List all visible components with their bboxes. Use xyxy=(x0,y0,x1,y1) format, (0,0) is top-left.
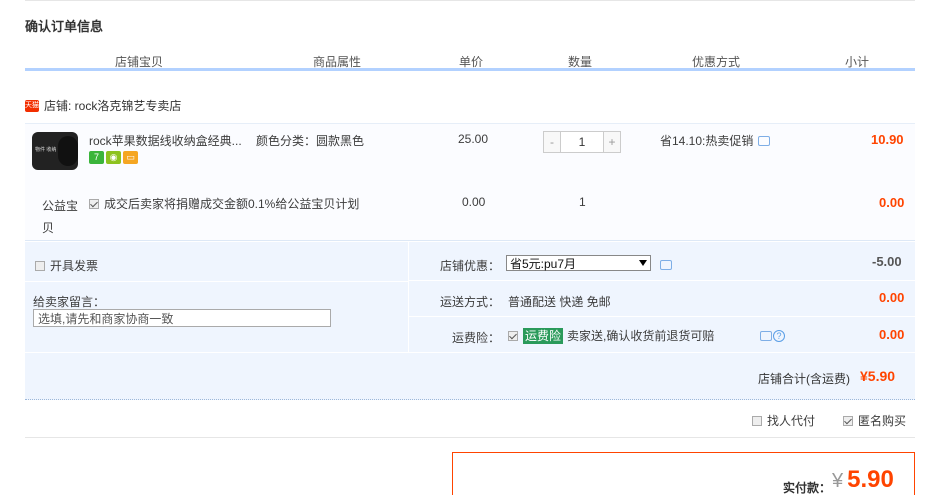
insurance-tag: 运费险 xyxy=(523,327,564,344)
shop-total-label: 店铺合计(含运费) xyxy=(758,372,850,386)
insurance-amount: 0.00 xyxy=(879,327,905,342)
seven-day-return-icon: 7 xyxy=(89,151,104,164)
message-label: 给卖家留言： xyxy=(33,295,106,309)
shop-name-link[interactable]: 店铺: rock洛克锦艺专卖店 xyxy=(44,97,181,114)
dropdown-arrow-icon xyxy=(639,260,647,266)
charity-label: 公益宝贝 xyxy=(42,199,79,235)
proxy-pay-label: 找人代付 xyxy=(767,414,816,428)
shipping-amount: 0.00 xyxy=(879,290,905,305)
top-divider xyxy=(25,0,915,1)
column-header: 店铺宝贝 商品属性 单价 数量 优惠方式 小计 xyxy=(25,49,915,71)
invoice-label: 开具发票 xyxy=(50,259,99,273)
panel-divider xyxy=(25,352,915,353)
panel-divider xyxy=(408,242,409,352)
charity-price: 0.00 xyxy=(462,195,486,209)
shipping-method: 普通配送 快递 免邮 xyxy=(508,295,611,309)
unit-price: 25.00 xyxy=(458,132,489,146)
section-divider xyxy=(25,437,915,438)
thumbnail-text: 物件 收纳 xyxy=(35,147,57,153)
charity-checkbox xyxy=(89,198,99,209)
shop-total-amount: ¥5.90 xyxy=(860,368,896,384)
charity-quantity: 1 xyxy=(579,195,586,209)
help-icon[interactable]: ? xyxy=(773,330,785,342)
panel-divider xyxy=(408,316,915,317)
insurance-text: 卖家送,确认收货前退货可赔 xyxy=(567,329,715,343)
charity-info: 成交后卖家将捐赠成交金额0.1%给公益宝贝计划 xyxy=(89,195,359,212)
insurance-help: ? xyxy=(760,330,785,342)
payment-amount: ¥5.90 xyxy=(832,466,894,494)
col-shop-item: 店铺宝贝 xyxy=(115,55,164,69)
qty-decrease-button[interactable]: - xyxy=(543,131,561,153)
insurance-label: 运费险： xyxy=(452,331,501,345)
insurance-info: 运费险 卖家送,确认收货前退货可赔 xyxy=(508,327,714,344)
payment-value: 5.90 xyxy=(847,466,894,493)
panel-divider xyxy=(25,281,408,282)
shipping-label: 运送方式： xyxy=(440,295,501,309)
proxy-pay-checkbox[interactable] xyxy=(752,415,762,426)
shop-discount-amount: -5.00 xyxy=(872,254,902,269)
insurance-checkbox xyxy=(508,330,518,341)
invoice-checkbox[interactable] xyxy=(35,260,45,271)
col-subtotal: 小计 xyxy=(845,55,870,69)
message-input[interactable] xyxy=(33,309,331,327)
anonymous-label: 匿名购买 xyxy=(858,414,907,428)
chat-icon[interactable] xyxy=(760,331,772,341)
payment-label: 实付款： xyxy=(783,481,832,495)
quantity-input[interactable] xyxy=(561,131,603,153)
charity-row xyxy=(25,183,915,241)
panel-divider xyxy=(408,280,915,281)
promotion: 省14.10:热卖促销 xyxy=(660,132,771,149)
charity-subtotal: 0.00 xyxy=(879,195,905,210)
col-property: 商品属性 xyxy=(313,55,362,69)
product-name-link[interactable]: rock苹果数据线收纳盒经典... xyxy=(89,132,249,149)
proxy-pay-option[interactable]: 找人代付 xyxy=(752,412,815,429)
quantity-stepper: - + xyxy=(543,131,621,153)
col-discount: 优惠方式 xyxy=(692,55,741,69)
shop-header: 天猫 店铺: rock洛克锦艺专卖店 xyxy=(25,97,181,114)
invoice-option[interactable]: 开具发票 xyxy=(35,257,98,274)
item-subtotal: 10.90 xyxy=(871,132,904,147)
currency-symbol: ¥ xyxy=(832,470,844,492)
credit-card-icon: ▭ xyxy=(123,151,138,164)
anonymous-checkbox[interactable] xyxy=(843,415,853,426)
col-price: 单价 xyxy=(459,55,484,69)
qty-increase-button[interactable]: + xyxy=(603,131,621,153)
shop-discount-selected: 省5元:pu7月 xyxy=(510,256,577,271)
service-icons: 7 ◉ ▭ xyxy=(89,151,138,164)
chat-icon[interactable] xyxy=(758,135,771,146)
col-quantity: 数量 xyxy=(568,55,593,69)
page-title: 确认订单信息 xyxy=(25,19,104,34)
product-thumbnail[interactable]: 物件 收纳 xyxy=(32,132,78,170)
tmall-icon: 天猫 xyxy=(25,99,39,112)
chat-icon[interactable] xyxy=(660,260,672,270)
anonymous-option[interactable]: 匿名购买 xyxy=(843,412,906,429)
shop-discount-label: 店铺优惠： xyxy=(440,259,501,273)
promotion-text: 省14.10:热卖促销 xyxy=(660,134,754,148)
guarantee-icon: ◉ xyxy=(106,151,121,164)
charity-text: 成交后卖家将捐赠成交金额0.1%给公益宝贝计划 xyxy=(104,197,360,211)
product-property: 颜色分类：圆款黑色 xyxy=(256,134,365,148)
shop-discount-select[interactable]: 省5元:pu7月 xyxy=(506,255,651,271)
